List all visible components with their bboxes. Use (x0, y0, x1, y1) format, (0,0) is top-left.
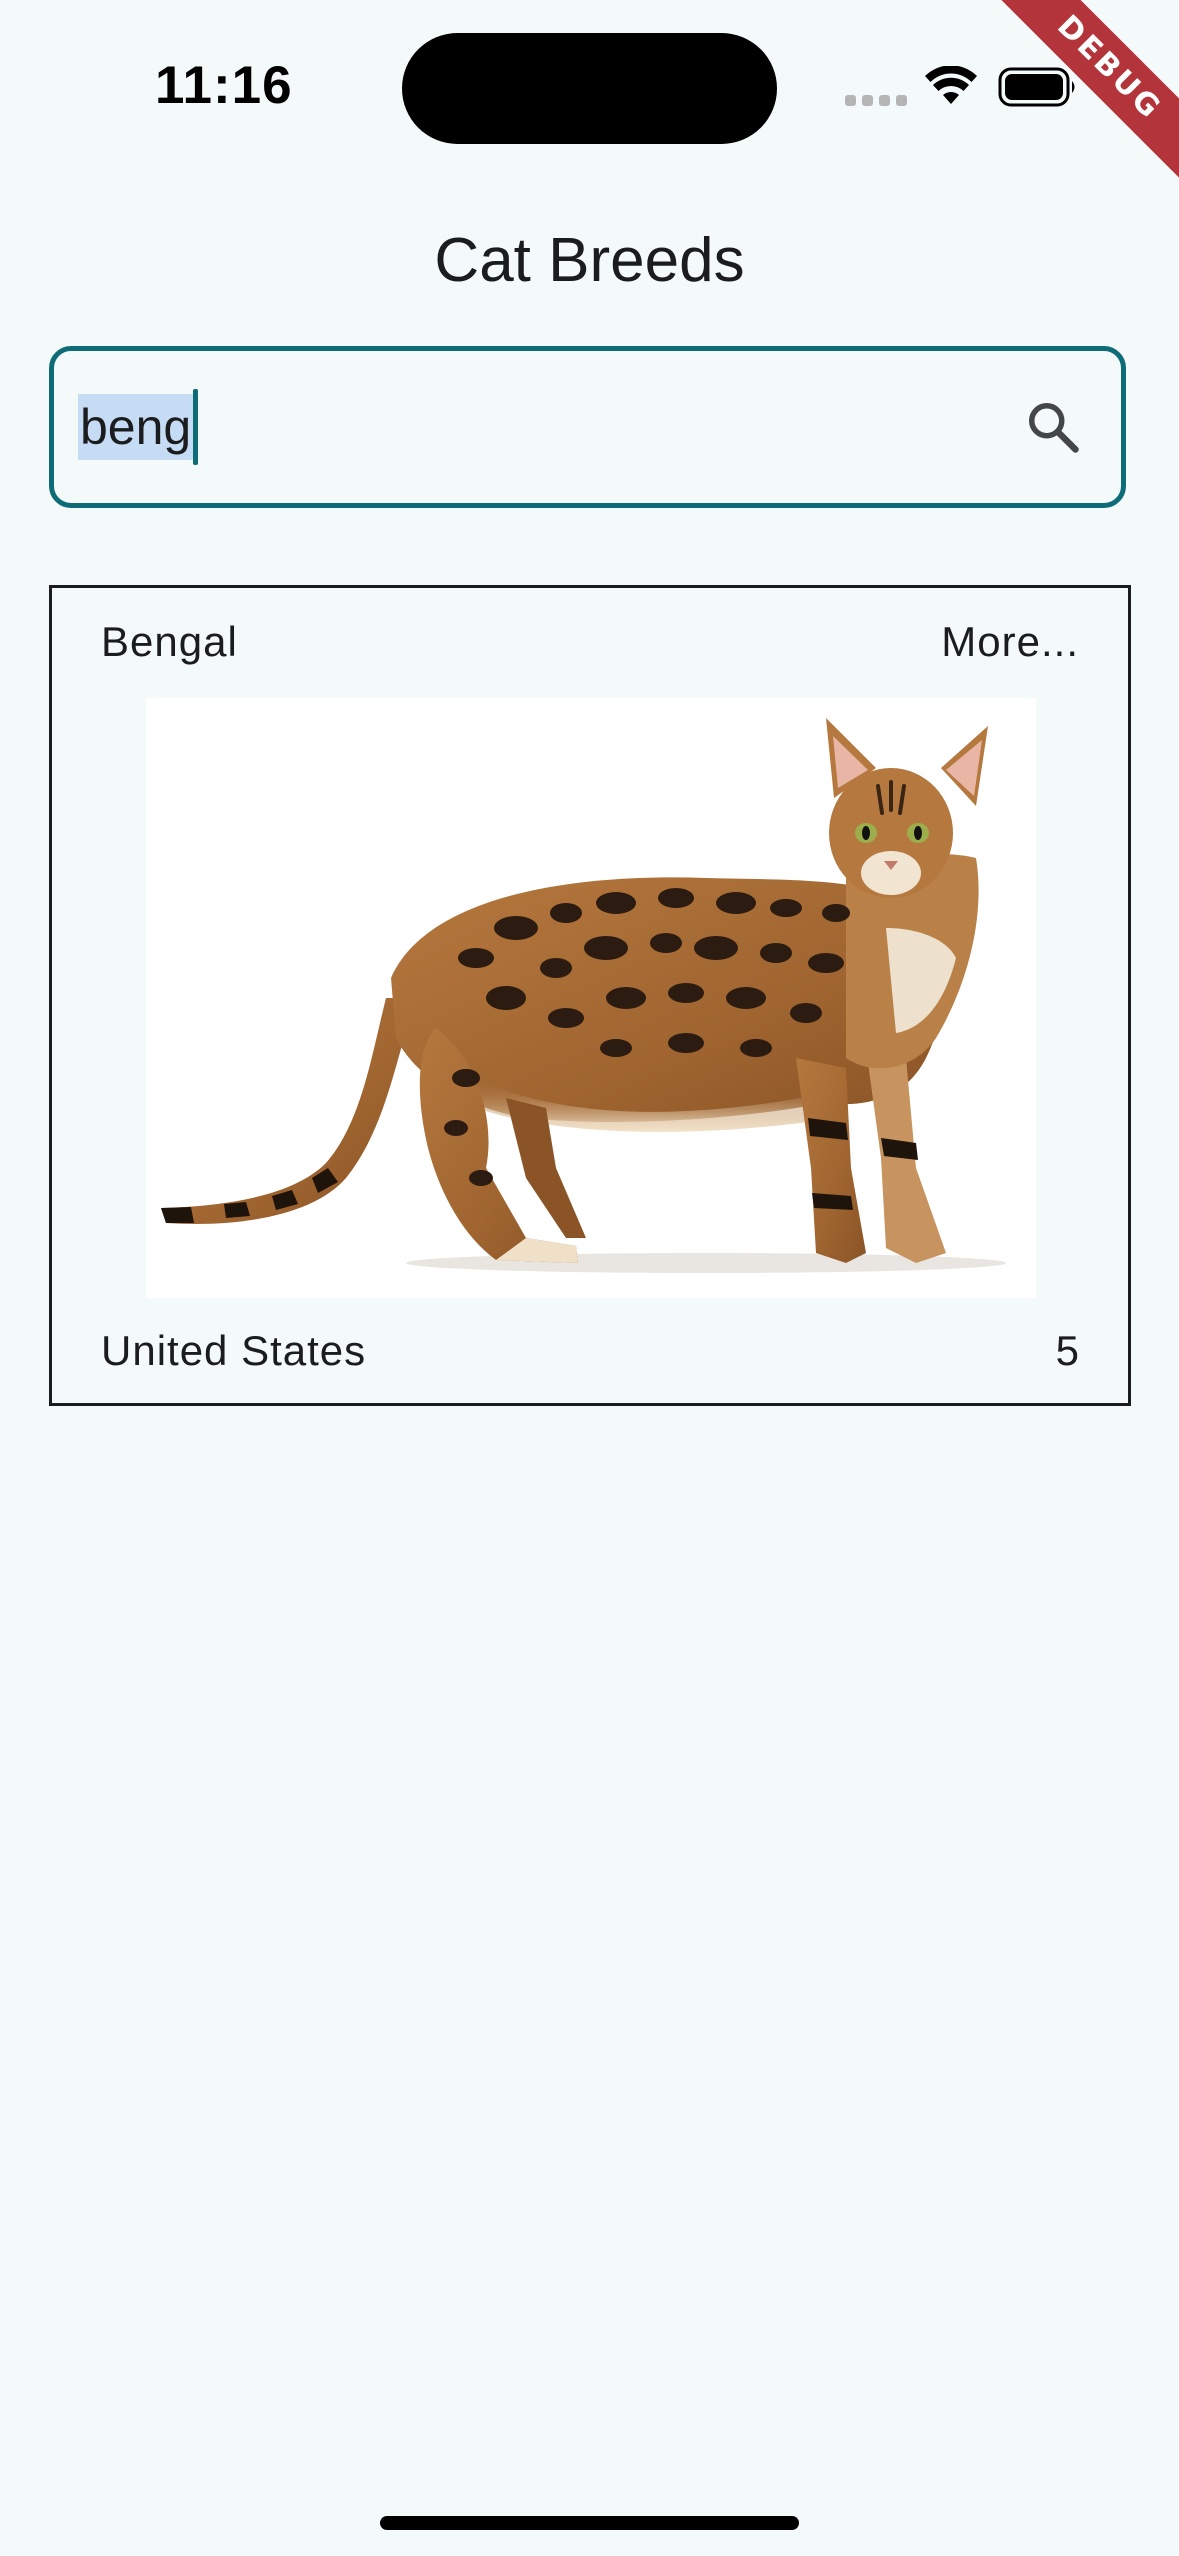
breed-origin: United States (101, 1327, 367, 1374)
search-input-value: beng (78, 394, 194, 460)
search-icon[interactable] (1023, 397, 1083, 457)
home-indicator[interactable] (380, 2516, 799, 2530)
search-field[interactable]: beng (49, 346, 1126, 508)
battery-icon (998, 67, 1075, 107)
breed-card[interactable]: Bengal More... United States 5 (49, 585, 1131, 1406)
breed-count: 5 (1055, 1327, 1079, 1374)
breed-name: Bengal (101, 618, 238, 665)
dynamic-island (402, 33, 777, 144)
more-link[interactable]: More... (941, 618, 1079, 666)
breed-image (146, 698, 1036, 1298)
page-title: Cat Breeds (434, 226, 745, 295)
status-time: 11:16 (155, 56, 293, 115)
cellular-signal-icon (845, 95, 907, 106)
wifi-icon (925, 66, 977, 104)
text-cursor (193, 389, 199, 465)
status-bar: 11:16 (0, 0, 1179, 170)
search-input[interactable]: beng (78, 389, 199, 465)
